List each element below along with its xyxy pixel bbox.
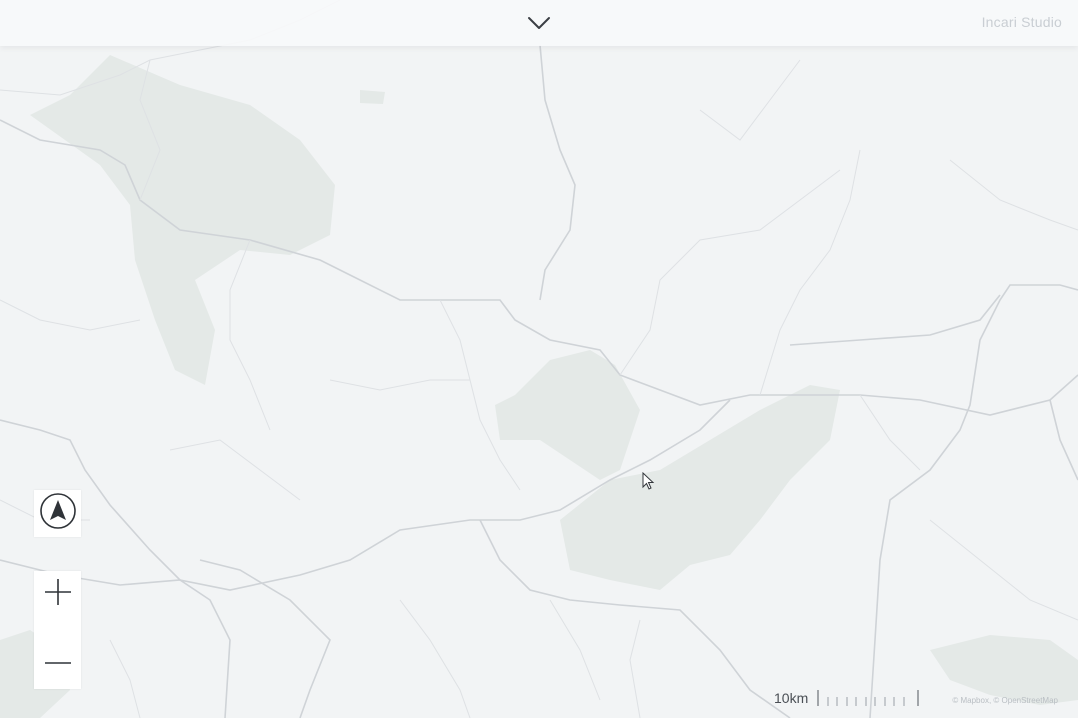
compass-control: [34, 490, 81, 537]
zoom-in-button[interactable]: [34, 571, 81, 618]
mouse-pointer-icon: [642, 471, 656, 492]
scale-bar: 10km: [774, 689, 920, 707]
scale-ticks: [817, 690, 919, 706]
brand-label: Incari Studio: [981, 14, 1062, 30]
map-attribution[interactable]: © Mapbox, © OpenStreetMap: [952, 696, 1058, 705]
minus-icon: [43, 648, 73, 683]
chevron-down-icon[interactable]: [526, 12, 552, 34]
scale-label: 10km: [774, 690, 809, 706]
plus-icon: [43, 577, 73, 612]
zoom-out-button[interactable]: [34, 642, 81, 689]
zoom-controls: [34, 571, 81, 689]
zoom-divider: [34, 618, 81, 642]
compass-button[interactable]: [34, 490, 81, 537]
navigation-arrow-icon: [39, 492, 77, 535]
top-bar: Incari Studio: [0, 0, 1078, 46]
map-canvas[interactable]: [0, 0, 1078, 718]
